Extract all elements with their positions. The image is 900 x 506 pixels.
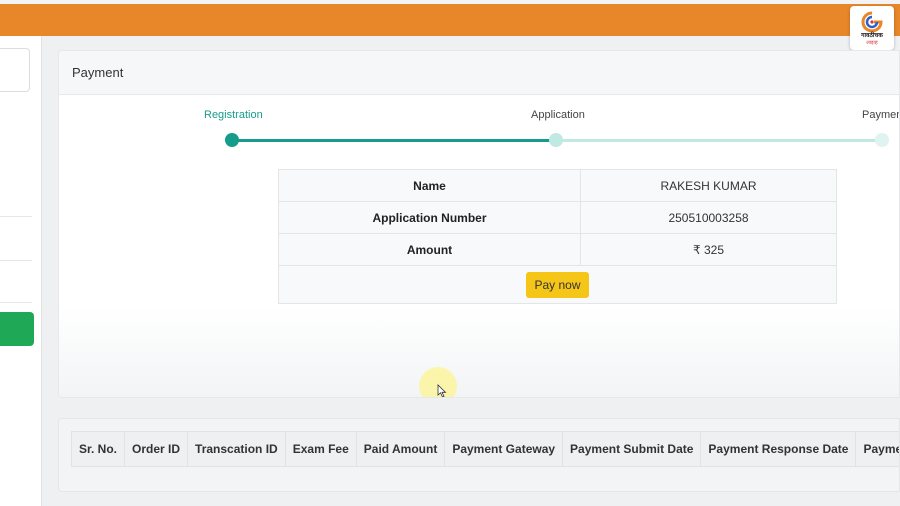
- pay-now-button[interactable]: Pay now: [526, 271, 589, 298]
- name-value: RAKESH KUMAR: [580, 169, 837, 202]
- column-header: Paid Amount: [355, 431, 446, 467]
- column-header: Transcation ID: [187, 431, 286, 467]
- application-number-label: Application Number: [278, 201, 581, 234]
- table-row: Name RAKESH KUMAR: [278, 169, 837, 202]
- payment-card: Payment Registration Application Payment…: [58, 50, 900, 398]
- payment-card-header: Payment: [59, 51, 899, 95]
- column-header: Payment Response Date: [700, 431, 857, 467]
- step-label-registration: Registration: [204, 109, 263, 121]
- payment-card-title: Payment: [72, 65, 124, 80]
- amount-label: Amount: [278, 233, 581, 266]
- channel-logo-icon: [861, 11, 883, 32]
- logo-text: गावठीचक: [861, 32, 883, 39]
- pay-now-cell: Pay now: [278, 265, 837, 304]
- name-label: Name: [278, 169, 581, 202]
- application-number-value: 250510003258: [580, 201, 837, 234]
- table-row: Amount ₹ 325: [278, 233, 837, 266]
- step-dot-payment: [875, 133, 889, 147]
- channel-logo: गावठीचक लाइव्ह: [850, 6, 894, 50]
- sidebar-divider: [0, 260, 32, 261]
- step-track-pending: [556, 139, 880, 142]
- payment-history-card: Sr. No. Order ID Transcation ID Exam Fee…: [58, 418, 900, 492]
- step-dot-application: [549, 133, 563, 147]
- table-header-row: Sr. No. Order ID Transcation ID Exam Fee…: [70, 431, 899, 467]
- column-header: Sr. No.: [70, 431, 126, 467]
- sidebar-item-active[interactable]: [0, 312, 34, 346]
- table-row: Application Number 250510003258: [278, 201, 837, 234]
- top-header-bar: [0, 0, 900, 36]
- column-header: Payment Status: [855, 431, 899, 467]
- payment-card-body: Registration Application Payment Name RA…: [59, 95, 899, 397]
- step-label-payment: Payment: [862, 109, 899, 121]
- amount-value: ₹ 325: [580, 233, 837, 266]
- step-dot-registration: [225, 133, 239, 147]
- application-details-table: Name RAKESH KUMAR Application Number 250…: [278, 169, 837, 304]
- mouse-cursor-icon: [437, 384, 447, 397]
- table-row: Pay now: [278, 265, 837, 304]
- column-header: Payment Gateway: [444, 431, 564, 467]
- payment-history-table: Sr. No. Order ID Transcation ID Exam Fee…: [70, 431, 899, 467]
- step-track-complete: [232, 139, 556, 142]
- sidebar-divider: [0, 216, 32, 217]
- column-header: Payment Submit Date: [562, 431, 702, 467]
- logo-subtext: लाइव्ह: [866, 39, 878, 46]
- column-header: Order ID: [124, 431, 189, 467]
- step-label-application: Application: [531, 109, 585, 121]
- sidebar: [0, 36, 42, 506]
- sidebar-divider: [0, 302, 32, 303]
- column-header: Exam Fee: [284, 431, 357, 467]
- sidebar-profile-box[interactable]: [0, 48, 30, 92]
